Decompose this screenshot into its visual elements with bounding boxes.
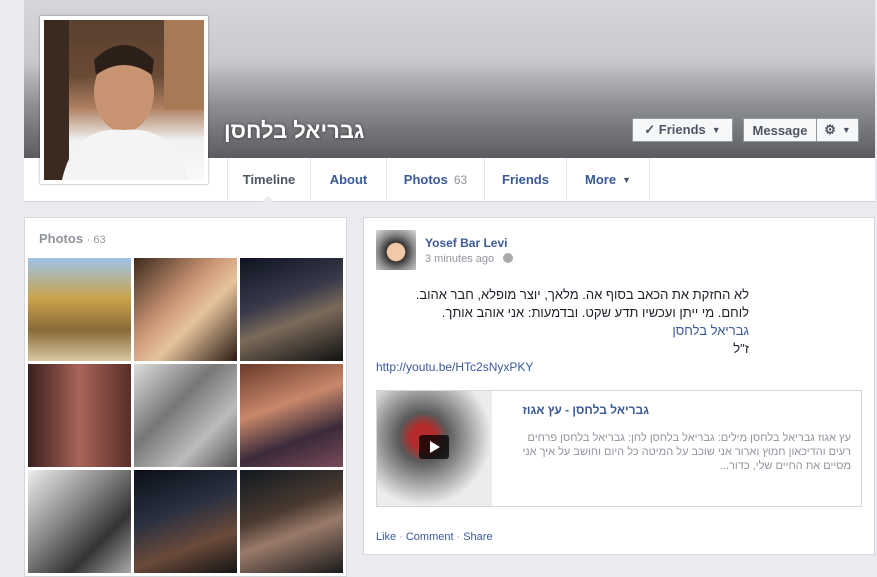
- tagged-name-link[interactable]: גבריאל בלחסן: [349, 322, 749, 340]
- profile-picture[interactable]: [40, 16, 208, 184]
- tab-about[interactable]: About: [311, 158, 387, 201]
- share-link[interactable]: Share: [463, 531, 492, 543]
- photo-thumbnail[interactable]: [134, 364, 237, 467]
- post-line: ז"ל: [733, 341, 749, 356]
- tab-photos-count: 63: [453, 172, 468, 187]
- photo-thumbnail[interactable]: [28, 258, 131, 361]
- post-timestamp[interactable]: 3 minutes ago: [425, 253, 514, 265]
- photos-panel-label: Photos: [39, 231, 84, 246]
- photo-thumbnail[interactable]: [240, 364, 343, 467]
- timeline-post: Yosef Bar Levi 3 minutes ago לא החזקת את…: [363, 217, 875, 555]
- photo-thumbnail[interactable]: [240, 258, 343, 361]
- youtube-link[interactable]: http://youtu.be/HTc2sNyxPKY: [376, 360, 533, 374]
- photo-thumbnail[interactable]: [134, 258, 237, 361]
- photo-thumbnail[interactable]: [28, 470, 131, 573]
- tab-friends[interactable]: Friends: [485, 158, 567, 201]
- chevron-down-icon: ▼: [841, 125, 851, 135]
- tab-more-label: More: [585, 172, 617, 187]
- tab-more[interactable]: More ▼: [567, 158, 650, 201]
- active-tab-pointer: [262, 196, 274, 202]
- post-actions: Like · Comment · Share: [376, 531, 493, 543]
- post-line: לא החזקת את הכאב בסוף אה. מלאך, יוצר מופ…: [415, 287, 749, 302]
- photos-panel-count: · 63: [86, 234, 106, 246]
- video-thumbnail[interactable]: [377, 391, 492, 506]
- post-author[interactable]: Yosef Bar Levi: [425, 236, 507, 250]
- like-link[interactable]: Like: [376, 531, 396, 543]
- shared-video-description: עץ אגוז גבריאל בלחסן מילים: גבריאל בלחסן…: [522, 432, 851, 472]
- post-line: לוחם. מי ייתן ועכשיו תדע שקט. ובדמעות: א…: [441, 305, 749, 320]
- profile-name[interactable]: גבריאל בלחסן: [224, 118, 364, 144]
- friends-button[interactable]: ✓ Friends ▼: [632, 118, 733, 142]
- photo-thumbnail[interactable]: [28, 364, 131, 467]
- play-icon[interactable]: [419, 435, 449, 459]
- shared-video-title[interactable]: גבריאל בלחסן - עץ אגוז: [503, 403, 649, 417]
- tab-timeline[interactable]: Timeline: [227, 158, 311, 201]
- chevron-down-icon: ▼: [622, 174, 631, 185]
- gear-icon: ⚙: [824, 122, 836, 137]
- chevron-down-icon: ▼: [711, 125, 721, 135]
- comment-link[interactable]: Comment: [406, 531, 454, 543]
- globe-icon: [503, 253, 514, 263]
- photo-thumbnail[interactable]: [134, 470, 237, 573]
- photos-panel: Photos · 63: [24, 217, 347, 577]
- photo-thumbnail[interactable]: [240, 470, 343, 573]
- left-margin: [0, 0, 24, 564]
- author-avatar[interactable]: [376, 230, 416, 270]
- post-body: לא החזקת את הכאב בסוף אה. מלאך, יוצר מופ…: [349, 286, 749, 358]
- settings-button[interactable]: ⚙ ▼: [816, 118, 859, 142]
- shared-video-card[interactable]: גבריאל בלחסן - עץ אגוז עץ אגוז גבריאל בל…: [376, 390, 862, 507]
- photos-panel-title[interactable]: Photos · 63: [39, 231, 106, 246]
- separator: ·: [399, 531, 403, 543]
- message-button[interactable]: Message: [743, 118, 817, 142]
- separator: ·: [456, 531, 461, 543]
- tab-photos-label: Photos: [403, 172, 448, 187]
- friends-button-label: ✓ Friends: [644, 122, 706, 137]
- tab-photos[interactable]: Photos 63: [387, 158, 485, 201]
- post-time-text: 3 minutes ago: [425, 253, 495, 265]
- profile-photo: [44, 20, 204, 180]
